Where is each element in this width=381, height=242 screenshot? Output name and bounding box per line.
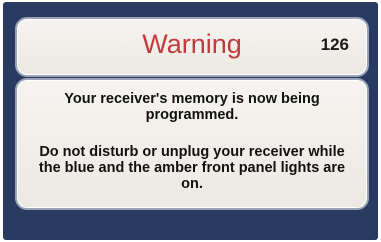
- warning-header-panel: Warning 126: [15, 17, 369, 77]
- message-do-not-disturb: Do not disturb or unplug your receiver w…: [38, 144, 346, 192]
- message-programming: Your receiver's memory is now being prog…: [64, 91, 320, 123]
- tv-display: Warning 126 Your receiver's memory is no…: [3, 2, 378, 240]
- warning-title: Warning: [142, 29, 242, 59]
- warning-message-panel: Your receiver's memory is now being prog…: [15, 78, 369, 210]
- screen: Warning 126 Your receiver's memory is no…: [0, 0, 381, 242]
- warning-code: 126: [320, 35, 349, 54]
